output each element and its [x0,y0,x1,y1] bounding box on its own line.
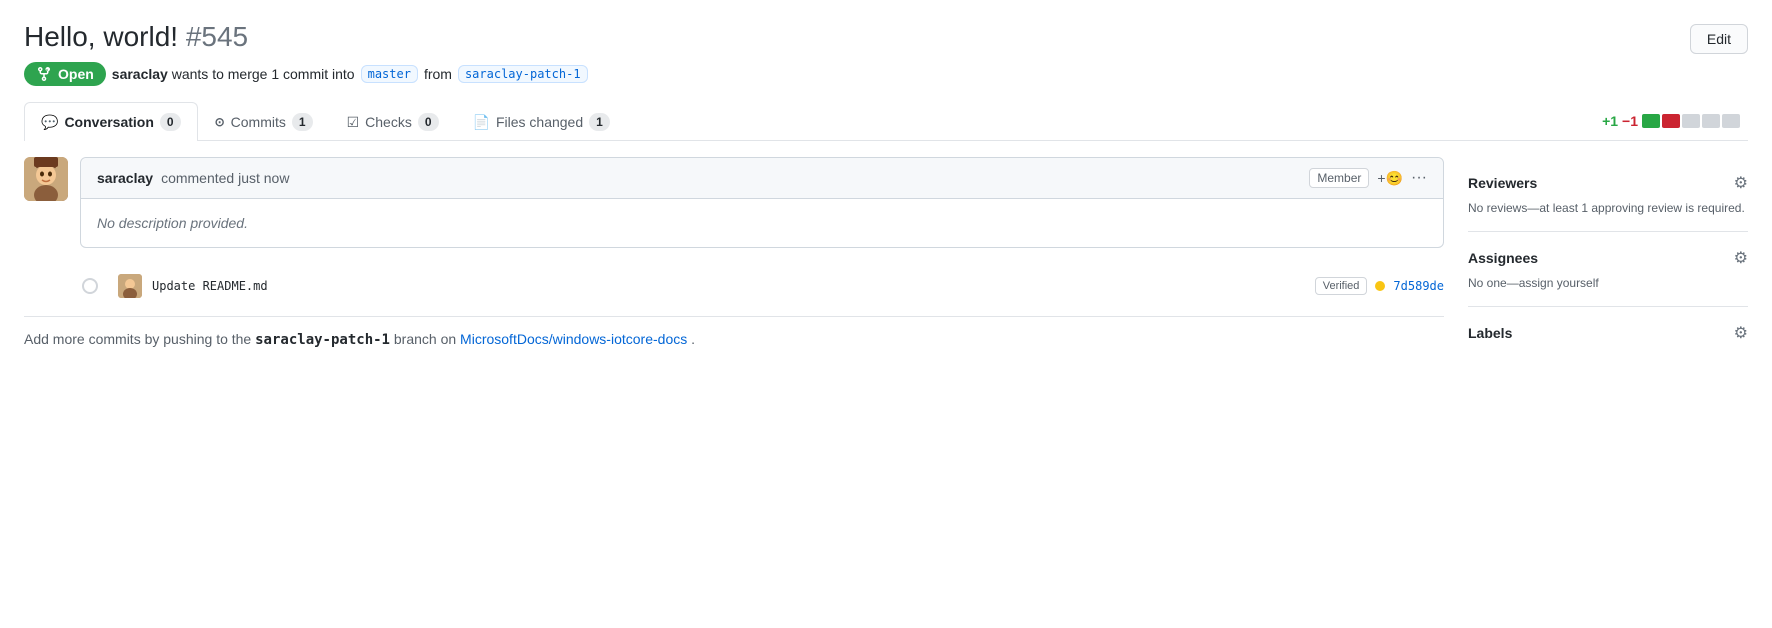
pr-author: saraclay [112,66,168,82]
avatar-image [24,157,68,201]
labels-title: Labels [1468,325,1512,341]
comment-header: saraclay commented just now Member +😊 ··… [81,158,1443,199]
commit-line-area [38,278,108,294]
main-content: saraclay commented just now Member +😊 ··… [24,157,1444,367]
comment-author[interactable]: saraclay [97,170,153,186]
tab-files-count: 1 [589,113,610,131]
diff-blocks [1642,114,1740,128]
assignees-title: Assignees [1468,250,1538,266]
comment-body: No description provided. [81,199,1443,247]
merge-icon [36,66,52,82]
footer-text-after: . [691,331,695,347]
commit-right: Verified 7d589de [1315,277,1444,295]
sidebar: Reviewers ⚙ No reviews—at least 1 approv… [1468,157,1748,367]
reviewers-title: Reviewers [1468,175,1537,191]
tab-files-changed[interactable]: 📄 Files changed 1 [456,102,627,141]
pr-title-text: Hello, world! [24,21,178,52]
avatar [24,157,68,201]
sidebar-assignees: Assignees ⚙ No one—assign yourself [1468,232,1748,307]
commits-icon: ⊙ [215,115,225,129]
commit-item: Update README.md Verified 7d589de [24,264,1444,308]
assignees-gear-icon[interactable]: ⚙ [1734,248,1748,268]
commit-dot [82,278,98,294]
footer-repo-link[interactable]: MicrosoftDocs/windows-iotcore-docs [460,331,687,347]
tab-conversation-count: 0 [160,113,181,131]
diff-stats-area: +1 −1 [1602,113,1748,129]
comment-row: saraclay commented just now Member +😊 ··… [24,157,1444,264]
open-badge: Open [24,62,106,86]
reviewers-gear-icon[interactable]: ⚙ [1734,173,1748,193]
diff-block-3 [1682,114,1700,128]
commit-row: Update README.md Verified 7d589de [38,274,1444,298]
comment-time: commented just now [161,170,289,186]
conversation-icon: 💬 [41,114,58,131]
labels-gear-icon[interactable]: ⚙ [1734,323,1748,343]
commit-avatar-svg [118,274,142,298]
comment-body-text: No description provided. [97,215,1427,231]
tab-checks-count: 0 [418,113,439,131]
source-branch[interactable]: saraclay-patch-1 [458,65,588,83]
diff-block-5 [1722,114,1740,128]
tab-commits-count: 1 [292,113,313,131]
ci-status-dot [1375,281,1385,291]
avatar-svg [24,157,68,201]
footer-text-middle: branch on [394,331,456,347]
verified-badge: Verified [1315,277,1368,295]
footer-text-before: Add more commits by pushing to the [24,331,251,347]
timeline: saraclay commented just now Member +😊 ··… [24,157,1444,362]
tabs-bar: 💬 Conversation 0 ⊙ Commits 1 ☑ Checks 0 … [24,102,1748,141]
tab-commits[interactable]: ⊙ Commits 1 [198,102,330,141]
pr-meta: Open saraclay wants to merge 1 commit in… [24,62,1748,86]
reviewers-text: No reviews—at least 1 approving review i… [1468,201,1748,215]
reviewers-header: Reviewers ⚙ [1468,173,1748,193]
pr-number: #545 [186,21,248,52]
sidebar-labels: Labels ⚙ [1468,307,1748,367]
pr-meta-desc: wants to merge 1 commit into [172,66,355,82]
diff-deletions: −1 [1622,113,1638,129]
diff-stats: +1 −1 [1602,113,1740,129]
tab-conversation[interactable]: 💬 Conversation 0 [24,102,198,141]
commit-message[interactable]: Update README.md [152,279,268,293]
files-changed-icon: 📄 [473,114,490,131]
checks-icon: ☑ [347,114,360,131]
labels-header: Labels ⚙ [1468,323,1748,343]
tab-conversation-label: Conversation [64,114,153,130]
tab-files-label: Files changed [496,114,583,130]
diff-block-4 [1702,114,1720,128]
open-badge-label: Open [58,66,94,82]
tab-commits-label: Commits [231,114,286,130]
commit-sha[interactable]: 7d589de [1393,279,1444,293]
pr-meta-from: from [424,66,452,82]
comment-actions: Member +😊 ··· [1309,168,1427,188]
edit-button[interactable]: Edit [1690,24,1748,54]
commit-avatar [118,274,142,298]
pr-title: Hello, world! #545 [24,20,248,54]
more-options-button[interactable]: ··· [1411,169,1427,187]
target-branch[interactable]: master [361,65,418,83]
diff-additions: +1 [1602,113,1618,129]
diff-block-1 [1642,114,1660,128]
footer-message: Add more commits by pushing to the sarac… [24,316,1444,362]
member-badge: Member [1309,168,1369,188]
comment-author-info: saraclay commented just now [97,170,289,186]
comment-box: saraclay commented just now Member +😊 ··… [80,157,1444,248]
footer-branch: saraclay-patch-1 [255,332,390,348]
tab-checks-label: Checks [365,114,412,130]
sidebar-reviewers: Reviewers ⚙ No reviews—at least 1 approv… [1468,157,1748,232]
assignees-text: No one—assign yourself [1468,276,1748,290]
assignees-header: Assignees ⚙ [1468,248,1748,268]
diff-block-2 [1662,114,1680,128]
emoji-button[interactable]: +😊 [1377,170,1403,187]
tab-checks[interactable]: ☑ Checks 0 [330,102,456,141]
